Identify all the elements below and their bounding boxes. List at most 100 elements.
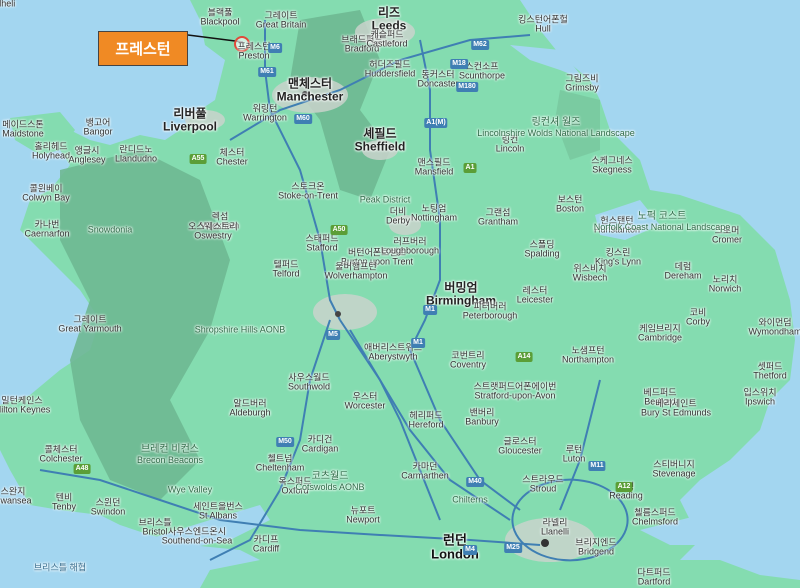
place-label-newport[interactable]: 뉴포트 Newport [346, 506, 380, 526]
place-label-warrington[interactable]: 워링턴 Warrington [243, 104, 287, 124]
place-label-ipswich[interactable]: 입스위치 Ipswich [743, 388, 776, 408]
place-name-english: Llandudno [114, 154, 158, 164]
place-name-english: Cromer [711, 235, 743, 245]
place-label-mansfield[interactable]: 맨스필드 Mansfield [415, 158, 454, 178]
place-label-anglesey[interactable]: 앵글시 Anglesey [68, 146, 105, 166]
place-name-korean: 리즈 [377, 5, 401, 20]
place-name-english: Bangor [83, 127, 113, 137]
place-label-llanelli[interactable]: 라넬리 Llanelli [541, 518, 569, 538]
place-label-chester[interactable]: 체스터 Chester [216, 148, 248, 168]
place-label-leeds[interactable]: 리즈 Leeds [372, 6, 407, 31]
place-label-stroud[interactable]: 스트라우드 Stroud [522, 475, 563, 495]
place-label-pwllheli[interactable]: 풀헬리Pwllheli [0, 0, 15, 9]
place-label-liverpool[interactable]: 리버풀 Liverpool [163, 107, 217, 132]
place-label-nottingham[interactable]: 노팅엄 Nottingham [411, 204, 457, 224]
place-label-stafford[interactable]: 스태퍼드 Stafford [305, 234, 338, 254]
place-label-corby[interactable]: 코비 Corby [685, 308, 711, 328]
place-label-coventry[interactable]: 코번트리 Coventry [450, 351, 486, 371]
place-label-boston[interactable]: 보스턴 Boston [555, 195, 585, 215]
place-label-bury-st-edmunds[interactable]: 베리세인트 Bury St Edmunds [641, 399, 711, 419]
place-label-lincoln[interactable]: 링컨 Lincoln [496, 135, 525, 155]
place-label-northampton[interactable]: 노샘프턴 Northampton [562, 346, 614, 366]
place-label-bridgend[interactable]: 브리지엔드 Bridgend [575, 538, 616, 558]
place-label-luton[interactable]: 루턴 Luton [563, 445, 586, 465]
place-name-english: Wymondham [748, 327, 800, 337]
place-label-cambridge[interactable]: 케임브리지 Cambridge [638, 324, 682, 344]
road-shield-m18: M18 [450, 59, 468, 69]
place-label-great-britain[interactable]: 그레이트 Great Britain [256, 11, 307, 31]
region-label-wye-valley: Wye Valley [168, 484, 212, 494]
place-label-gloucester[interactable]: 글로스터 Gloucester [498, 437, 542, 457]
place-label-cardigan[interactable]: 카디건 Cardigan [302, 435, 339, 455]
road-shield-m25: M25 [504, 543, 522, 553]
place-label-llandudno[interactable]: 란디드노 Llandudno [114, 145, 158, 165]
place-label-leicester[interactable]: 레스터 Leicester [517, 286, 554, 306]
place-name-english: Carmarthen [401, 471, 449, 481]
region-name-english: Brecon Beacons [136, 454, 204, 465]
place-label-bristol[interactable]: 브리스틀 Bristol [138, 518, 171, 538]
place-label-stratford-upon-avon[interactable]: 스트랫퍼드어폰에이번 Stratford-upon-Avon [474, 382, 557, 402]
place-label-cheltenham[interactable]: 첼트넘 Cheltenham [256, 454, 305, 474]
place-label-norwich[interactable]: 노리치 Norwich [709, 275, 742, 295]
place-label-loughborough[interactable]: 러프버러 Loughborough [381, 237, 439, 257]
place-label-grimsby[interactable]: 그림즈비 Grimsby [565, 74, 599, 94]
place-label-hereford[interactable]: 헤리퍼드 Hereford [408, 411, 443, 431]
place-label-worcester[interactable]: 우스터 Worcester [345, 392, 386, 412]
place-label-wolverhampton[interactable]: 울버햄프턴 Wolverhampton [325, 262, 388, 282]
place-label-swansea[interactable]: 스완지Swansea [0, 487, 32, 507]
place-label-banbury[interactable]: 밴버리 Banbury [465, 408, 499, 428]
place-name-english: Corby [685, 317, 711, 327]
place-name-english: Ipswich [744, 397, 775, 407]
place-label-oswestry[interactable]: 오스웨스트리 Oswestry [188, 222, 238, 242]
place-label-southend-on-sea[interactable]: 사우스엔드온시 Southend-on-Sea [162, 527, 233, 547]
place-label-grantham[interactable]: 그랜섬 Grantham [478, 208, 518, 228]
place-label-manchester[interactable]: 맨체스터 Manchester [277, 77, 344, 102]
road-shield-m61: M61 [258, 67, 276, 77]
place-label-colchester[interactable]: 콜체스터 Colchester [39, 445, 82, 465]
place-name-english: Grimsby [565, 83, 599, 93]
place-label-wymondham[interactable]: 와이먼덤 Wymondham [748, 318, 800, 338]
place-label-caernarfon[interactable]: 카나번 Caernarfon [24, 220, 69, 240]
place-name-english: Boston [555, 204, 585, 214]
place-label-holyhead[interactable]: 홀리헤드 Holyhead [32, 142, 70, 162]
place-label-stevenage[interactable]: 스티버니지 Stevenage [652, 460, 695, 480]
place-label-hull[interactable]: 킹스턴어폰헐 Hull [518, 15, 568, 35]
place-label-dereham[interactable]: 데럼 Dereham [664, 262, 701, 282]
place-label-milton-keynes[interactable]: 밀턴케인스Milton Keynes [0, 396, 50, 416]
place-label-huddersfield[interactable]: 허더즈필드 Huddersfield [365, 60, 416, 80]
place-label-skegness[interactable]: 스케그네스 Skegness [591, 156, 632, 176]
road-shield-m1: M1 [411, 338, 425, 348]
place-name-english: Stroud [529, 484, 557, 494]
place-label-swindon[interactable]: 스윈던 Swindon [91, 498, 126, 518]
map-canvas[interactable]: 블랙풀 Blackpool 그레이트 Great Britain 프레스턴 Preston… [0, 0, 800, 588]
place-name-english: Dartford [637, 577, 671, 587]
place-label-telford[interactable]: 텔퍼드 Telford [272, 260, 299, 280]
place-label-thetford[interactable]: 셋퍼드 Thetford [753, 362, 787, 382]
place-label-castleford[interactable]: 캐슬퍼드 Castleford [366, 30, 407, 50]
place-label-st-albans[interactable]: 세인트올번스 St Albans [193, 502, 243, 522]
place-label-colwyn-bay[interactable]: 콜윈베이 Colwyn Bay [22, 184, 70, 204]
place-label-sheffield[interactable]: 셰필드 Sheffield [355, 127, 406, 152]
place-label-tenby[interactable]: 텐비 Tenby [52, 493, 76, 513]
place-name-english: Skegness [592, 165, 632, 175]
preston-callout[interactable]: 프레스턴 [98, 31, 188, 66]
place-label-spalding[interactable]: 스폴딩 Spalding [524, 240, 559, 260]
place-label-carmarthen[interactable]: 카마던 Carmarthen [401, 462, 449, 482]
place-label-stoke-on-trent[interactable]: 스토크온 Stoke-on-Trent [278, 182, 338, 202]
place-label-maidstone[interactable]: 메이드스톤 Maidstone [2, 120, 44, 140]
place-label-blackpool[interactable]: 블랙풀 Blackpool [200, 8, 239, 28]
place-label-derby[interactable]: 더비 Derby [386, 207, 410, 227]
place-label-cardiff[interactable]: 카디프 Cardiff [253, 535, 279, 555]
place-label-aldeburgh[interactable]: 알드버러 Aldeburgh [229, 399, 270, 419]
place-label-great-yarmouth[interactable]: 그레이트 Great Yarmouth [58, 315, 121, 335]
road-shield-m5: M5 [326, 330, 340, 340]
place-label-southwold[interactable]: 사우스월드 Southwold [288, 373, 330, 393]
place-label-chelmsford[interactable]: 첼름스퍼드 Chelmsford [632, 508, 678, 528]
place-label-peterborough[interactable]: 피터버러 Peterborough [463, 302, 518, 322]
place-label-doncaster[interactable]: 동커스터 Doncaster [417, 70, 458, 90]
place-label-dartford[interactable]: 다트퍼드 Dartford [637, 568, 671, 588]
place-label-preston[interactable]: 프레스턴 Preston [237, 42, 270, 62]
place-name-korean: 버밍엄 [444, 280, 478, 295]
place-label-bangor[interactable]: 뱅고어 Bangor [83, 118, 113, 138]
place-label-wisbech[interactable]: 위스비치 Wisbech [573, 264, 608, 284]
